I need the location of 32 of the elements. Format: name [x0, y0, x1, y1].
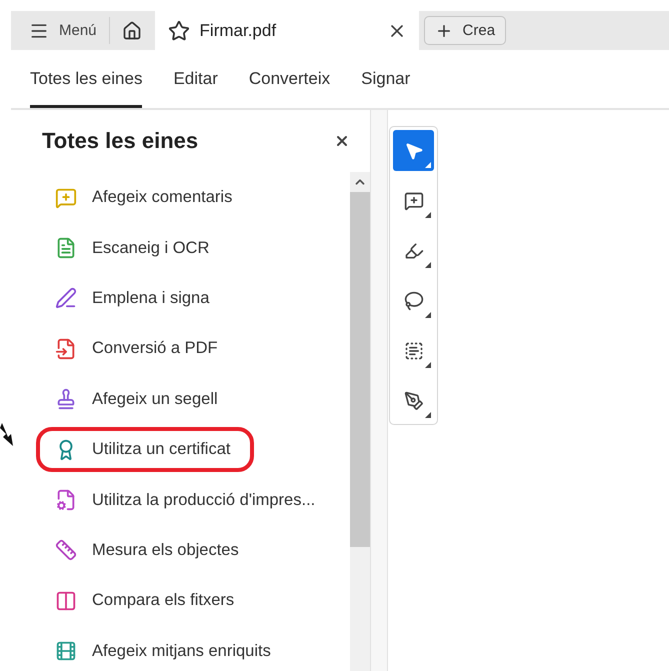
tool-item[interactable]: Conversió a PDF	[36, 326, 242, 372]
highlighter-icon	[404, 240, 424, 260]
panel-title: Totes les eines	[42, 128, 198, 154]
pen-tool-icon	[404, 390, 424, 410]
tool-item[interactable]: Afegeix un segell	[36, 376, 242, 422]
comment-plus-icon	[404, 190, 424, 210]
scrollbar[interactable]	[350, 172, 370, 671]
star-icon[interactable]	[168, 20, 190, 42]
menu-button[interactable]: Menú	[11, 17, 110, 44]
pointer-tool-button[interactable]	[393, 130, 434, 171]
tab[interactable]: Editar	[173, 50, 218, 108]
tool-item[interactable]: Emplena i signa	[36, 276, 234, 322]
text-select-icon	[404, 340, 424, 360]
lasso-icon	[404, 290, 424, 310]
tool-item[interactable]: Compara els fitxers	[36, 578, 258, 624]
tool-item[interactable]: Utilitza un certificat	[36, 426, 254, 472]
file-tab-title: Firmar.pdf	[200, 20, 278, 40]
pointer-icon	[404, 140, 424, 160]
file-tab[interactable]: Firmar.pdf	[154, 11, 419, 50]
close-icon	[334, 133, 350, 149]
tool-item[interactable]: Mesura els objectes	[36, 528, 263, 574]
scrollbar-thumb[interactable]	[350, 192, 370, 547]
home-icon	[122, 20, 142, 40]
tool-item[interactable]: Utilitza la producció d'impres...	[36, 477, 340, 523]
tool-item[interactable]: Afegeix mitjans enriquits	[36, 628, 295, 671]
tool-item[interactable]: Afegeix comentaris	[36, 175, 256, 220]
tab[interactable]: Converteix	[248, 50, 330, 108]
create-button[interactable]: Crea	[424, 16, 506, 45]
tool-item[interactable]: Escaneig i OCR	[36, 225, 234, 271]
close-panel-button[interactable]	[334, 133, 350, 149]
tab[interactable]: Totes les eines	[30, 50, 142, 108]
tab[interactable]: Signar	[361, 50, 410, 108]
